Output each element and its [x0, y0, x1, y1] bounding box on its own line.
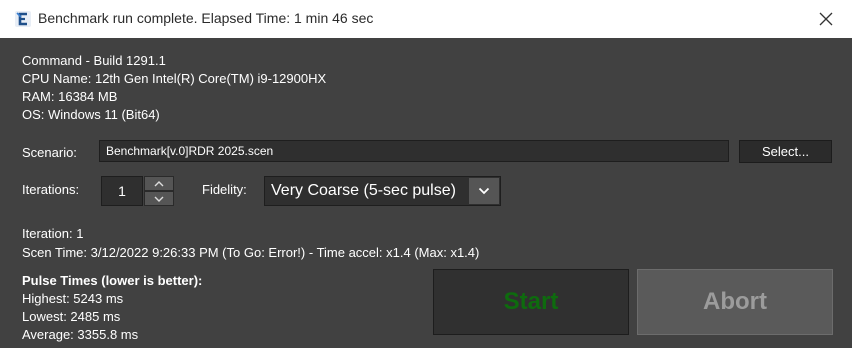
- iteration-text: Iteration: 1: [22, 226, 84, 241]
- pulse-lowest-text: Lowest: 2485 ms: [22, 309, 121, 324]
- scenario-label: Scenario:: [22, 145, 77, 160]
- iterations-label: Iterations:: [22, 182, 80, 197]
- pulse-highest-text: Highest: 5243 ms: [22, 291, 124, 306]
- iterations-input[interactable]: 1: [101, 176, 143, 206]
- iterations-increment-button[interactable]: [144, 176, 174, 191]
- fidelity-label: Fidelity:: [202, 182, 247, 197]
- title-bar: Benchmark run complete. Elapsed Time: 1 …: [0, 0, 852, 38]
- chevron-down-icon[interactable]: [478, 187, 490, 195]
- pulse-times: Pulse Times (lower is better): Highest: …: [22, 272, 202, 344]
- fidelity-value: Very Coarse (5-sec pulse): [271, 182, 456, 199]
- ram-text: RAM: 16384 MB: [22, 89, 118, 104]
- pulse-average-text: Average: 3355.8 ms: [22, 327, 139, 342]
- iterations-decrement-button[interactable]: [144, 191, 174, 206]
- app-logo-icon: [15, 11, 31, 27]
- fidelity-dropdown[interactable]: Very Coarse (5-sec pulse): [264, 176, 501, 206]
- command-build-text: Command - Build 1291.1: [22, 53, 166, 68]
- pulse-times-header: Pulse Times (lower is better):: [22, 273, 203, 288]
- scenario-field[interactable]: Benchmark[v.0]RDR 2025.scen: [99, 140, 729, 162]
- close-button[interactable]: [800, 0, 852, 38]
- cpu-name-text: CPU Name: 12th Gen Intel(R) Core(TM) i9-…: [22, 71, 327, 86]
- start-button[interactable]: Start: [433, 269, 629, 335]
- window-title: Benchmark run complete. Elapsed Time: 1 …: [38, 10, 374, 26]
- select-scenario-button[interactable]: Select...: [739, 140, 832, 163]
- close-icon[interactable]: [819, 12, 833, 26]
- os-text: OS: Windows 11 (Bit64): [22, 107, 160, 122]
- abort-button[interactable]: Abort: [637, 269, 833, 335]
- run-status: Iteration: 1 Scen Time: 3/12/2022 9:26:3…: [22, 224, 479, 262]
- system-info: Command - Build 1291.1 CPU Name: 12th Ge…: [22, 52, 326, 124]
- fidelity-dropdown-button[interactable]: [469, 178, 499, 204]
- benchmark-window: Benchmark run complete. Elapsed Time: 1 …: [0, 0, 852, 348]
- chevron-down-icon[interactable]: [154, 196, 164, 202]
- chevron-up-icon[interactable]: [154, 180, 164, 187]
- scen-time-text: Scen Time: 3/12/2022 9:26:33 PM (To Go: …: [22, 245, 480, 260]
